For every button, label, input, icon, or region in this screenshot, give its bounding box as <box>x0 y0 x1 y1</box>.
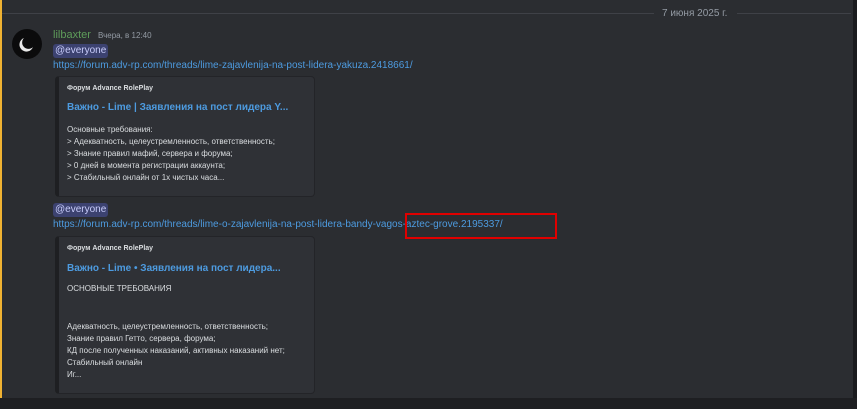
embed-provider[interactable]: Форум Advance RolePlay <box>67 85 153 92</box>
chat-message-area: 7 июня 2025 г. lilbaxter Вчера, в 12:40 … <box>0 0 855 398</box>
embed-line: > Стабильный онлайн от 1х чистых часа... <box>67 173 225 182</box>
embed-line: > Адекватность, целеустремленность, отве… <box>67 137 275 146</box>
embed-line: Стабильный онлайн <box>67 358 143 367</box>
scrollbar[interactable] <box>853 0 857 409</box>
link-embed: Форум Advance RolePlay Важно - Lime • За… <box>55 236 315 394</box>
embed-heading: ОСНОВНЫЕ ТРЕБОВАНИЯ <box>67 284 172 293</box>
embed-line: КД после полученных наказаний, активных … <box>67 346 285 355</box>
highlight-annotation <box>405 213 557 239</box>
embed-line: Знание правил Гетто, сервера, форума; <box>67 334 216 343</box>
user-avatar[interactable] <box>12 29 42 59</box>
everyone-mention[interactable]: @everyone <box>53 203 109 217</box>
thread-link[interactable]: https://forum.adv-rp.com/threads/lime-za… <box>53 60 413 71</box>
username[interactable]: lilbaxter <box>53 29 91 41</box>
date-divider-line-right <box>737 13 851 14</box>
link-embed: Форум Advance RolePlay Важно - Lime | За… <box>55 76 315 197</box>
embed-title[interactable]: Важно - Lime | Заявления на пост лидера … <box>67 102 288 113</box>
date-divider: 7 июня 2025 г. <box>662 8 728 19</box>
embed-provider[interactable]: Форум Advance RolePlay <box>67 245 153 252</box>
date-divider-line-left <box>2 13 654 14</box>
embed-line: > 0 дней в момента регистрации аккаунта; <box>67 161 226 170</box>
embed-title[interactable]: Важно - Lime • Заявления на пост лидера.… <box>67 263 281 274</box>
everyone-mention[interactable]: @everyone <box>53 44 109 58</box>
embed-line: Иг... <box>67 370 82 379</box>
message-timestamp: Вчера, в 12:40 <box>98 31 152 40</box>
embed-line: Адекватность, целеустремленность, ответс… <box>67 322 269 331</box>
embed-line: > Знание правил мафий, сервера и форума; <box>67 149 233 158</box>
bottom-bar <box>0 398 857 409</box>
embed-line: Основные требования: <box>67 125 153 134</box>
moon-icon <box>19 38 33 52</box>
